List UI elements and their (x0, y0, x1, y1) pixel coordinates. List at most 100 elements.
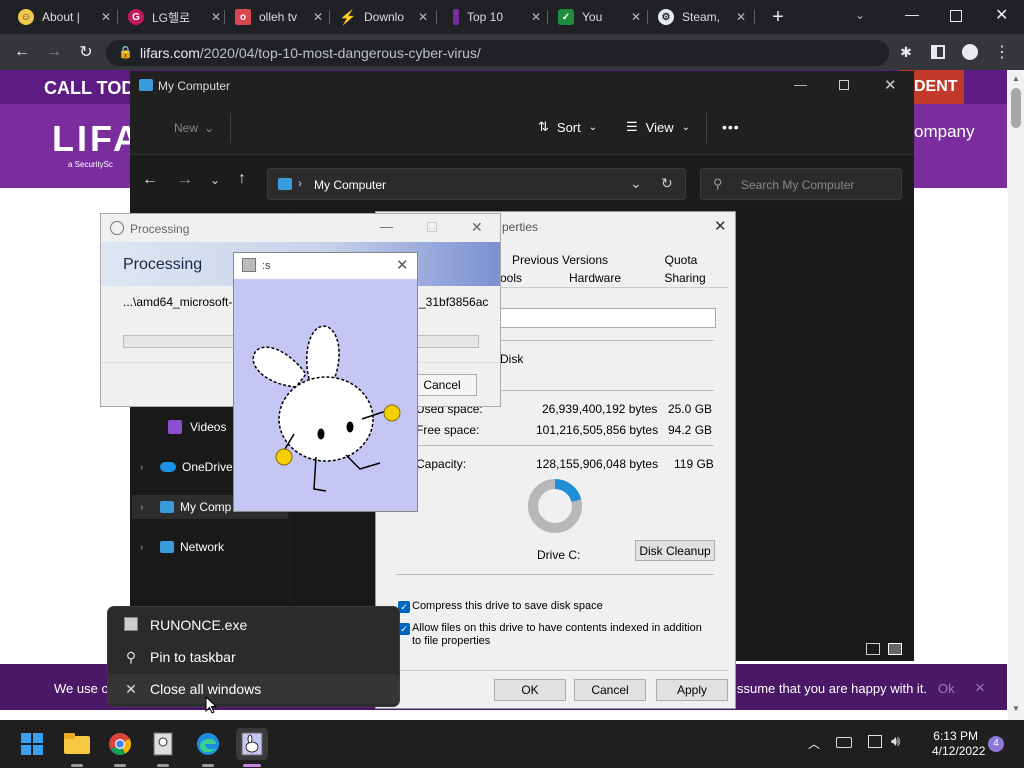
back-icon[interactable]: ← (12, 42, 32, 62)
chevron-down-icon: ⌄ (681, 121, 690, 133)
tab-sharing[interactable]: Sharing (644, 269, 726, 287)
tab-quota[interactable]: Quota (640, 251, 722, 269)
close-tab-icon[interactable]: ✕ (208, 9, 224, 25)
browser-tab-5[interactable]: ✓ You ✕ (548, 0, 648, 34)
restore-icon[interactable] (950, 10, 962, 22)
more-options-button[interactable]: ••• (722, 119, 740, 135)
close-tab-icon[interactable]: ✕ (415, 9, 431, 25)
notification-badge[interactable]: 4 (988, 736, 1004, 752)
show-hidden-icons-chevron[interactable]: ︿ (808, 735, 820, 752)
nav-item-onedrive[interactable]: › OneDrive (140, 455, 233, 479)
browser-tab-1[interactable]: G LG헬로 ✕ (118, 0, 228, 34)
processing-close-icon[interactable]: ✕ (471, 219, 483, 236)
check-icon: ✓ (558, 9, 574, 25)
menu-item-pin-to-taskbar[interactable]: ⚲ Pin to taskbar (108, 642, 399, 672)
network-icon[interactable] (868, 735, 882, 748)
close-tab-icon[interactable]: ✕ (310, 9, 326, 25)
volume-icon[interactable]: 🔊︎ (891, 733, 900, 750)
new-tab-icon[interactable]: + (768, 7, 788, 27)
ok-button[interactable]: OK (494, 679, 566, 701)
free-space-label: Free space: (416, 423, 480, 437)
olleh-icon: o (235, 9, 251, 25)
refresh-icon[interactable]: ↻ (661, 175, 673, 192)
reload-icon[interactable]: ↻ (76, 42, 96, 62)
expand-chevron-icon[interactable]: › (140, 502, 143, 513)
forward-icon[interactable]: → (44, 42, 64, 62)
start-button[interactable] (16, 728, 48, 760)
minimize-icon[interactable]: — (905, 6, 919, 22)
nav-item-label: Videos (190, 420, 227, 434)
profile-avatar-icon[interactable] (960, 42, 980, 62)
chrome-taskbar-button[interactable] (104, 728, 136, 760)
recent-chevron-icon[interactable]: ⌄ (210, 173, 220, 187)
tab-previous-versions[interactable]: Previous Versions (508, 251, 612, 269)
disk-cleanup-button[interactable]: Disk Cleanup (635, 540, 715, 561)
new-button[interactable]: New ⌄ (174, 121, 214, 135)
browser-tab-6[interactable]: ⚙ Steam, ✕ (648, 0, 753, 34)
keyboard-icon[interactable] (836, 737, 852, 748)
file-explorer-taskbar-button[interactable] (61, 728, 93, 760)
app-taskbar-button[interactable] (147, 728, 179, 760)
back-arrow-icon[interactable]: ← (142, 171, 158, 189)
search-box[interactable]: ⚲ Search My Computer (700, 168, 902, 200)
nav-item-label: My Comp (180, 500, 232, 514)
tab-hardware[interactable]: Hardware (554, 269, 636, 287)
details-view-icon[interactable] (866, 643, 880, 655)
tab-title: LG헬로 (152, 10, 191, 25)
explorer-close-icon[interactable]: ✕ (884, 76, 897, 94)
sidepanel-icon[interactable] (928, 42, 948, 62)
computer-icon (160, 501, 174, 513)
up-arrow-icon[interactable]: ↑ (238, 170, 246, 188)
nav-item-label: Network (180, 540, 225, 554)
explorer-minimize-icon[interactable]: — (794, 77, 807, 92)
menu-kebab-icon[interactable]: ⋮ (992, 42, 1012, 62)
expand-chevron-icon[interactable]: › (140, 542, 143, 553)
expand-chevron-icon[interactable]: › (140, 462, 143, 473)
tab-search-icon[interactable]: ⌄ (855, 8, 865, 22)
incident-button[interactable]: DENT (914, 78, 958, 96)
close-tab-icon[interactable]: ✕ (528, 9, 544, 25)
forward-arrow-icon[interactable]: → (177, 171, 193, 189)
view-button[interactable]: ☰ View ⌄ (626, 119, 690, 135)
nav-item-network[interactable]: › Network (140, 535, 225, 559)
site-logo[interactable]: LIFA (52, 118, 142, 160)
used-space-gb: 25.0 GB (668, 402, 713, 416)
browser-tab-3[interactable]: ⚡ Downlo ✕ (330, 0, 435, 34)
browser-tab-2[interactable]: o olleh tv ✕ (225, 0, 330, 34)
edge-taskbar-button[interactable] (192, 728, 224, 760)
explorer-maximize-icon[interactable] (839, 80, 849, 90)
tab-tools[interactable]: ools (498, 269, 524, 287)
address-bar[interactable]: 🔒 lifars.com/2020/04/top-10-most-dangero… (106, 40, 889, 66)
tiles-view-icon[interactable] (888, 643, 902, 655)
page-scrollbar[interactable]: ▲ ▼ (1008, 70, 1024, 720)
pin-icon: ⚲ (125, 648, 137, 665)
processing-maximize-icon[interactable] (427, 222, 437, 232)
menu-item-runonce[interactable]: RUNONCE.exe (108, 610, 399, 640)
runonce-taskbar-button[interactable] (236, 728, 268, 760)
apply-button[interactable]: Apply (656, 679, 728, 701)
browser-tab-0[interactable]: ☺ About | ✕ (8, 0, 118, 34)
drive-label-input[interactable] (496, 308, 716, 328)
close-browser-icon[interactable]: ✕ (995, 5, 1008, 25)
clock[interactable]: 6:13 PM 4/12/2022 (932, 729, 985, 759)
dialog-close-icon[interactable]: ✕ (714, 217, 727, 235)
scrollbar-thumb[interactable] (1011, 88, 1021, 128)
close-tab-icon[interactable]: ✕ (98, 9, 114, 25)
popup-close-icon[interactable]: ✕ (396, 256, 409, 274)
address-path[interactable]: › My Computer ⌄ ↻ (267, 168, 686, 200)
cookie-ok-button[interactable]: Ok (938, 681, 955, 696)
extensions-icon[interactable]: ✱ (896, 42, 916, 62)
cookie-close-button[interactable]: × (975, 678, 985, 698)
sort-button[interactable]: ⇅ Sort ⌄ (538, 119, 597, 135)
browser-tab-4[interactable]: Top 10 ✕ (443, 0, 548, 34)
cancel-button[interactable]: Cancel (574, 679, 646, 701)
view-label: View (645, 119, 674, 135)
drive-label: Drive C: (537, 548, 581, 562)
tab-title: Downlo (364, 10, 405, 24)
menu-item-close-all[interactable]: ✕ Close all windows (108, 674, 399, 704)
nav-item-videos[interactable]: Videos (168, 415, 226, 439)
close-tab-icon[interactable]: ✕ (733, 9, 749, 25)
close-tab-icon[interactable]: ✕ (628, 9, 644, 25)
address-dropdown-icon[interactable]: ⌄ (630, 175, 642, 192)
processing-minimize-icon[interactable]: — (380, 219, 393, 234)
